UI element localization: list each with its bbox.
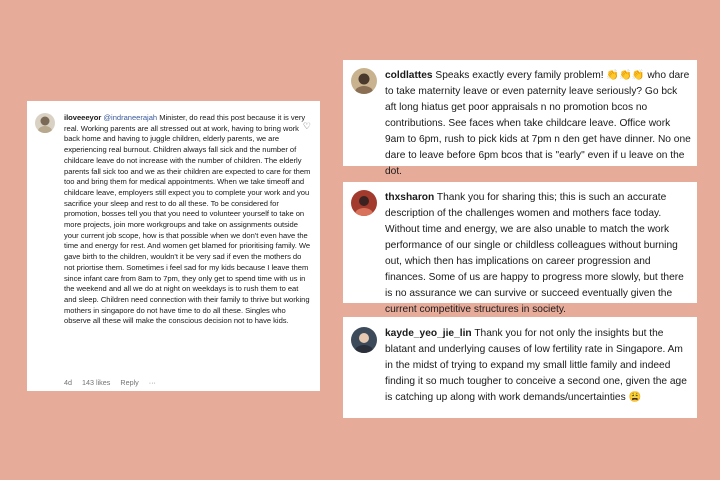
comment-age: 4d — [64, 378, 72, 387]
weary-face-icon: 😩 — [628, 392, 642, 403]
comment-body: thxsharon Thank you for sharing this; th… — [385, 190, 691, 318]
comment-card-kayde-yeo-jie-lin: kayde_yeo_jie_lin Thank you for not only… — [343, 317, 697, 418]
clapping-hands-icon: 👏👏👏 — [606, 70, 645, 81]
comment-username[interactable]: kayde_yeo_jie_lin — [385, 328, 472, 339]
comment-text: Minister, do read this post because it i… — [64, 113, 311, 326]
more-options-icon[interactable]: ··· — [149, 378, 156, 387]
avatar[interactable] — [351, 327, 377, 353]
comment-body: coldlattes Speaks exactly every family p… — [385, 68, 691, 180]
comment-text: Thank you for sharing this; this is such… — [385, 192, 684, 315]
comment-body: kayde_yeo_jie_lin Thank you for not only… — [385, 326, 691, 406]
comment-text: Thank you for not only the insights but … — [385, 328, 687, 403]
reply-button[interactable]: Reply — [120, 378, 138, 387]
mention-link[interactable]: @indraneerajah — [103, 113, 157, 122]
heart-outline-icon[interactable]: ♡ — [303, 121, 311, 132]
comment-card-thxsharon: thxsharon Thank you for sharing this; th… — [343, 182, 697, 315]
comment-text-cont: who dare to take maternity leave or even… — [385, 70, 691, 177]
avatar[interactable] — [351, 190, 377, 216]
comment-body: iloveeeyor @indraneerajah Minister, do r… — [64, 113, 312, 327]
avatar[interactable] — [35, 113, 55, 133]
comment-card-coldlattes: coldlattes Speaks exactly every family p… — [343, 60, 697, 177]
avatar[interactable] — [351, 68, 377, 94]
comment-username[interactable]: iloveeeyor — [64, 113, 101, 122]
comment-username[interactable]: coldlattes — [385, 70, 433, 81]
comment-username[interactable]: thxsharon — [385, 192, 434, 203]
comment-meta: 4d 143 likes Reply ··· — [64, 378, 164, 387]
comment-card-iloveeeyor: iloveeeyor @indraneerajah Minister, do r… — [27, 101, 320, 391]
likes-count[interactable]: 143 likes — [82, 378, 110, 387]
comment-text: Speaks exactly every family problem! — [435, 70, 604, 81]
